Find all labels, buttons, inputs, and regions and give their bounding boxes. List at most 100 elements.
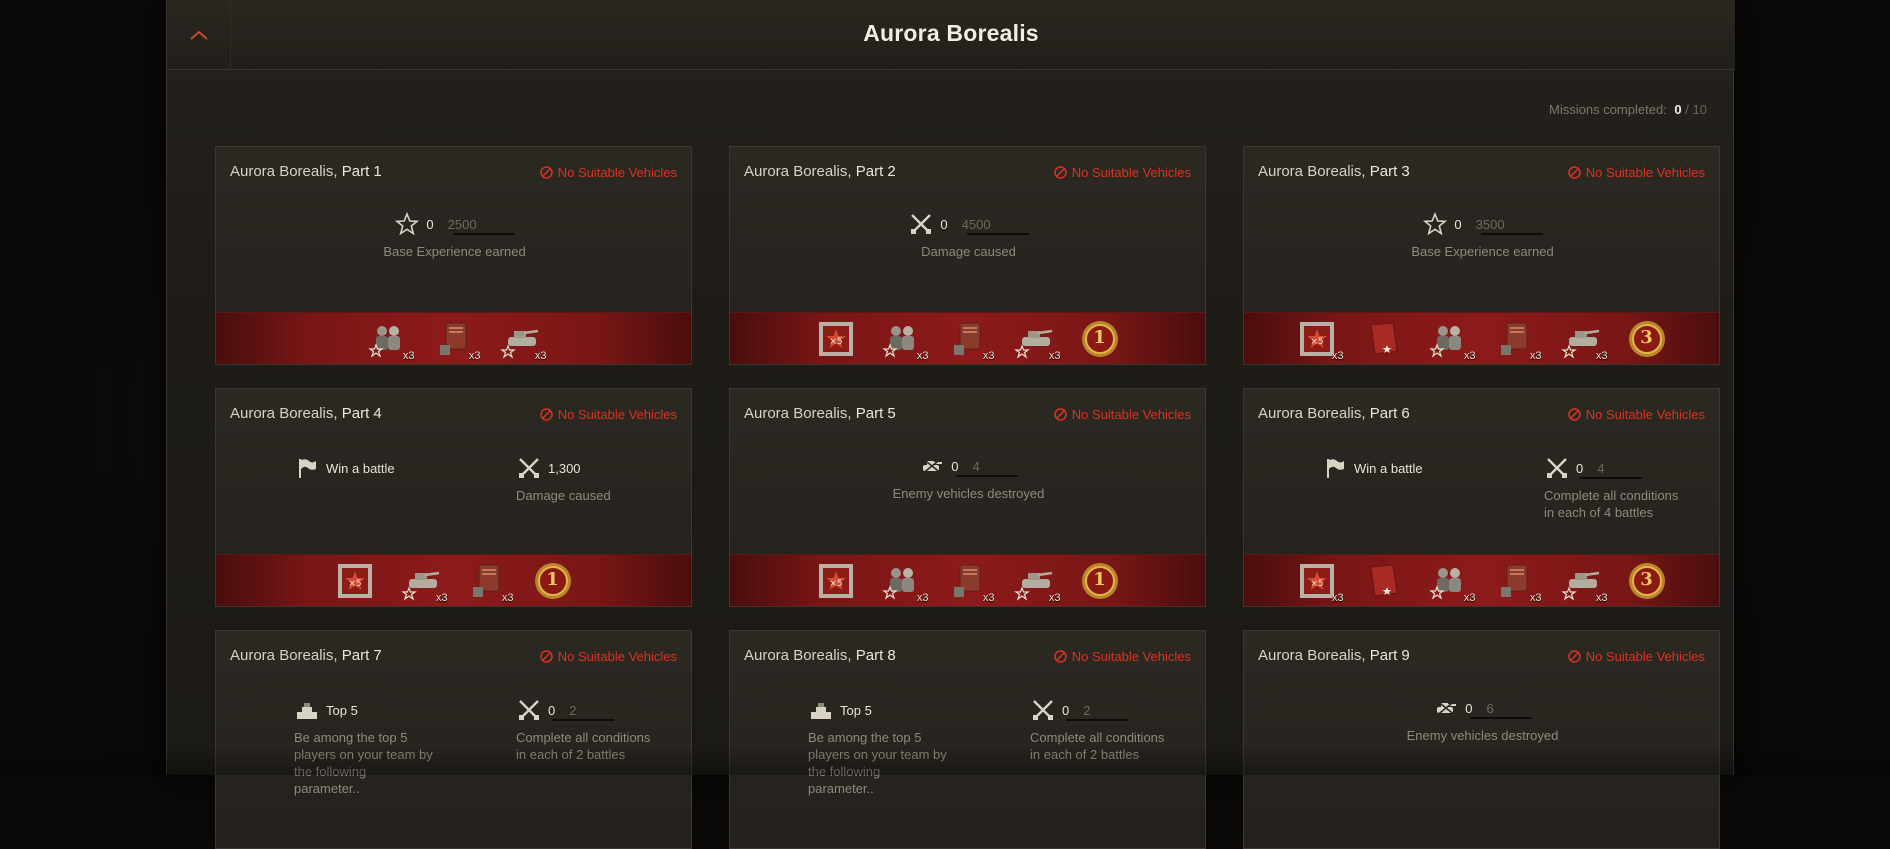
podium-icon (294, 697, 320, 723)
reward-item[interactable]: ×5 (334, 560, 376, 602)
no-vehicles-warning: No Suitable Vehicles (1568, 165, 1705, 180)
reward-count: x3 (1529, 349, 1542, 362)
reward-item[interactable]: x3 (947, 318, 995, 362)
manual-icon (434, 319, 474, 359)
condition-value: Win a battle (326, 460, 395, 476)
reward-item[interactable]: x3 (947, 560, 995, 604)
reward-item[interactable]: x3 (466, 560, 514, 604)
warning-text: No Suitable Vehicles (1071, 407, 1191, 422)
condition-value: 0 (548, 702, 556, 718)
reward-item[interactable]: x3 (1013, 318, 1061, 362)
reward-item[interactable]: 1 (1079, 560, 1121, 602)
page-title: Aurora Borealis (863, 20, 1039, 46)
booster-icon: ×5 (816, 319, 856, 359)
condition-value: Win a battle (1354, 460, 1423, 476)
condition-goal: 6 (1486, 700, 1494, 716)
reward-item[interactable]: ×5 x3 (1296, 318, 1344, 362)
condition-progress-bar (1469, 717, 1532, 719)
mission-condition: Top 5 Be among the top 5 players on your … (294, 697, 434, 797)
booster-icon: ×5 (1297, 561, 1337, 601)
reward-item[interactable]: x3 (1560, 560, 1608, 604)
missions-progress: Missions completed: 0 / 10 (1549, 102, 1707, 117)
reward-item[interactable]: x3 (400, 560, 448, 604)
reward-item[interactable]: x3 (881, 560, 929, 604)
crew-icon (881, 561, 922, 601)
reward-item[interactable]: x3 (1428, 318, 1476, 362)
mission-title-part: Part 1 (341, 163, 382, 180)
reward-item[interactable]: x3 (1013, 560, 1061, 604)
reward-item[interactable]: 3 (1626, 560, 1668, 602)
reward-item[interactable]: x3 (1494, 560, 1542, 604)
reward-item[interactable]: x3 (367, 318, 415, 362)
tank-icon (1560, 319, 1601, 359)
manual-icon (948, 561, 988, 601)
reward-item[interactable]: x3 (1494, 318, 1542, 362)
reward-count: x3 (1048, 591, 1061, 604)
reward-item[interactable]: ×5 (815, 560, 857, 602)
svg-text:×5: ×5 (348, 579, 361, 589)
reward-strip: ×5 x3 x3 x3 1 (730, 554, 1205, 606)
header: Aurora Borealis (167, 0, 1735, 70)
warning-icon (540, 650, 553, 663)
reward-item[interactable]: ×5 x3 (1296, 560, 1344, 604)
mission-title-prefix: Aurora Borealis, (230, 405, 338, 422)
manual-icon (1495, 561, 1535, 601)
mission-condition: 0 4500 Damage caused (730, 211, 1207, 260)
booster-icon: ×5 (816, 561, 856, 601)
reward-item[interactable]: x3 (881, 318, 929, 362)
crew-icon (367, 319, 408, 359)
warning-text: No Suitable Vehicles (1071, 649, 1191, 664)
booster-icon: ×5 (335, 561, 375, 601)
reward-count: x3 (1529, 591, 1542, 604)
reward-count: x3 (402, 349, 415, 362)
condition-label: Enemy vehicles destroyed (892, 486, 1045, 501)
mission-card[interactable]: Aurora Borealis, Part 5 No Suitable Vehic… (729, 388, 1206, 607)
reward-item[interactable]: ×5 (815, 318, 857, 360)
mission-card[interactable]: Aurora Borealis, Part 4 No Suitable Vehic… (215, 388, 692, 607)
reward-item[interactable]: x3 (1428, 560, 1476, 604)
warning-text: No Suitable Vehicles (1071, 165, 1191, 180)
warning-text: No Suitable Vehicles (1585, 165, 1705, 180)
reward-item[interactable] (1362, 318, 1404, 360)
reward-item[interactable]: x3 (499, 318, 547, 362)
mission-card[interactable]: Aurora Borealis, Part 1 No Suitable Vehic… (215, 146, 692, 365)
reward-strip: ×5 x3 x3 x3 x3 3 (1244, 312, 1719, 364)
reward-item[interactable]: x3 (1560, 318, 1608, 362)
mission-card[interactable]: Aurora Borealis, Part 8 No Suitable Vehic… (729, 630, 1206, 849)
booster-icon: ×5 (1297, 319, 1337, 359)
warning-text: No Suitable Vehicles (1585, 649, 1705, 664)
reward-count: x3 (1595, 591, 1608, 604)
warning-icon (1568, 650, 1581, 663)
condition-label: Complete all conditions in each of 2 bat… (516, 730, 651, 762)
mission-card[interactable]: Aurora Borealis, Part 7 No Suitable Vehic… (215, 630, 692, 849)
condition-value: Top 5 (840, 702, 872, 718)
reward-item[interactable] (1362, 560, 1404, 602)
mission-card[interactable]: Aurora Borealis, Part 2 No Suitable Vehic… (729, 146, 1206, 365)
crossed-swords-icon (908, 211, 934, 237)
flag-icon (294, 455, 320, 481)
condition-goal: 2 (569, 702, 577, 718)
condition-label: Enemy vehicles destroyed (1406, 728, 1559, 743)
reward-item[interactable]: x3 (433, 318, 481, 362)
mission-title: Aurora Borealis, Part 2 (744, 163, 896, 180)
reward-item[interactable]: 1 (532, 560, 574, 602)
mission-card[interactable]: Aurora Borealis, Part 9 No Suitable Vehic… (1243, 630, 1720, 849)
warning-icon (1568, 408, 1581, 421)
progress-total: 10 (1692, 102, 1707, 117)
tank-icon (499, 319, 540, 359)
no-vehicles-warning: No Suitable Vehicles (540, 407, 677, 422)
mission-card[interactable]: Aurora Borealis, Part 6 No Suitable Vehic… (1243, 388, 1720, 607)
warning-icon (1568, 166, 1581, 179)
reward-count: x3 (501, 591, 514, 604)
warning-text: No Suitable Vehicles (557, 407, 677, 422)
no-vehicles-warning: No Suitable Vehicles (1054, 407, 1191, 422)
reward-item[interactable]: 1 (1079, 318, 1121, 360)
condition-progress-bar (452, 233, 515, 235)
mission-condition: Top 5 Be among the top 5 players on your … (808, 697, 948, 797)
mission-card[interactable]: Aurora Borealis, Part 3 No Suitable Vehic… (1243, 146, 1720, 365)
condition-label: Damage caused (921, 244, 1016, 259)
warning-text: No Suitable Vehicles (557, 649, 677, 664)
reward-item[interactable]: 3 (1626, 318, 1668, 360)
mission-title: Aurora Borealis, Part 5 (744, 405, 896, 422)
red-book-icon (1363, 561, 1403, 601)
